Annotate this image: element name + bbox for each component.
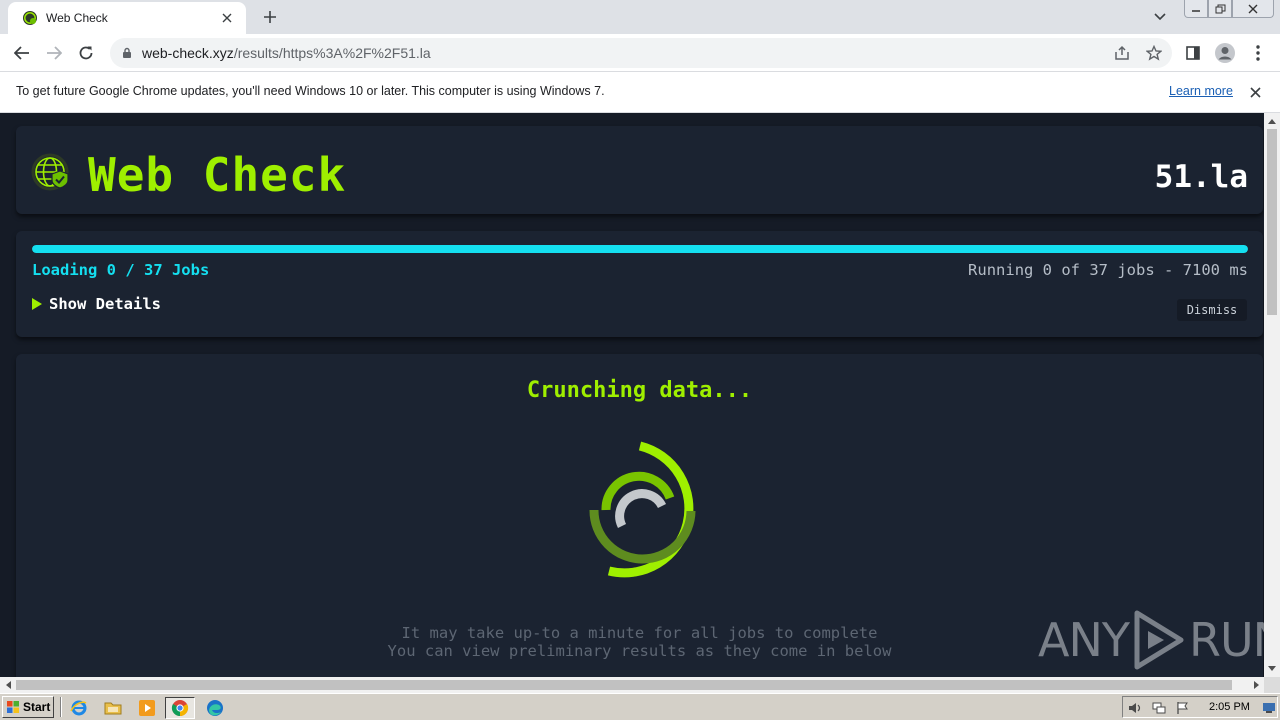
- scrollbar-corner: [1264, 677, 1280, 693]
- tab-title: Web Check: [46, 11, 108, 25]
- play-triangle-icon: [1134, 610, 1184, 670]
- bookmark-star-icon[interactable]: [1144, 43, 1164, 63]
- reload-icon[interactable]: [74, 41, 98, 65]
- vertical-scrollbar[interactable]: [1264, 113, 1280, 677]
- volume-icon[interactable]: [1127, 700, 1143, 716]
- dismiss-button[interactable]: Dismiss: [1177, 299, 1247, 321]
- horizontal-scrollbar[interactable]: [0, 677, 1264, 693]
- crunching-title: Crunching data...: [526, 378, 753, 403]
- taskbar-clock: 2:05 PM: [1209, 701, 1250, 713]
- web-check-favicon-icon: [23, 11, 37, 25]
- learn-more-link[interactable]: Learn more: [1169, 84, 1233, 98]
- loading-rings-icon: [589, 441, 696, 578]
- windows-taskbar: Start 2:05 PM: [0, 693, 1280, 720]
- share-icon[interactable]: [1112, 43, 1132, 63]
- side-panel-icon[interactable]: [1181, 41, 1205, 65]
- taskbar-separator: [60, 697, 62, 717]
- lock-icon[interactable]: [120, 46, 134, 60]
- header-card: Web Check 51.la: [16, 126, 1263, 214]
- media-player-icon[interactable]: [136, 697, 158, 719]
- loading-status: Loading 0 / 37 Jobs: [32, 261, 210, 279]
- brand-title: Web Check: [88, 148, 347, 202]
- browser-tab-web-check[interactable]: Web Check: [8, 2, 246, 34]
- job-progress-fill: [32, 245, 1248, 253]
- close-infobar-icon[interactable]: [1246, 83, 1264, 101]
- url-text: web-check.xyz/results/https%3A%2F%2F51.l…: [142, 45, 431, 61]
- show-details-label: Show Details: [49, 295, 161, 313]
- infobar-message: To get future Google Chrome updates, you…: [16, 84, 605, 98]
- vertical-scroll-thumb[interactable]: [1267, 129, 1277, 315]
- anyrun-watermark: ANY RUN: [1038, 609, 1264, 671]
- forward-arrow-icon[interactable]: [42, 41, 66, 65]
- horizontal-scroll-thumb[interactable]: [16, 680, 1232, 690]
- minimize-window-icon[interactable]: [1184, 0, 1208, 18]
- start-button[interactable]: Start: [2, 696, 54, 718]
- tab-close-icon[interactable]: [218, 9, 236, 27]
- scroll-down-icon[interactable]: [1264, 661, 1280, 675]
- running-status: Running 0 of 37 jobs - 7100 ms: [968, 261, 1248, 279]
- watermark-left: ANY: [1038, 613, 1130, 667]
- internet-explorer-icon[interactable]: [68, 697, 90, 719]
- edge-browser-icon[interactable]: [204, 697, 226, 719]
- browser-toolbar: web-check.xyz/results/https%3A%2F%2F51.l…: [0, 34, 1280, 72]
- kebab-menu-icon[interactable]: [1246, 41, 1270, 65]
- restore-window-icon[interactable]: [1208, 0, 1232, 18]
- target-site-name: 51.la: [1154, 159, 1248, 195]
- chevron-down-icon[interactable]: [1150, 8, 1170, 26]
- close-window-icon[interactable]: [1232, 0, 1274, 18]
- profile-avatar-icon[interactable]: [1213, 41, 1237, 65]
- scroll-up-icon[interactable]: [1264, 114, 1280, 128]
- show-details-toggle[interactable]: Show Details: [32, 295, 161, 313]
- back-arrow-icon[interactable]: [10, 41, 34, 65]
- chrome-taskbar-icon[interactable]: [165, 697, 195, 719]
- windows-logo-icon: [7, 701, 19, 713]
- tab-strip: Web Check: [0, 0, 1280, 34]
- scroll-left-icon[interactable]: [0, 677, 16, 693]
- update-infobar: To get future Google Chrome updates, you…: [0, 72, 1280, 113]
- url-path: /results/https%3A%2F%2F51.la: [233, 45, 431, 61]
- watermark-right: RUN: [1188, 613, 1264, 667]
- file-explorer-icon[interactable]: [102, 697, 124, 719]
- action-center-flag-icon[interactable]: [1175, 700, 1191, 716]
- system-tray: 2:05 PM: [1122, 696, 1278, 718]
- address-bar[interactable]: web-check.xyz/results/https%3A%2F%2F51.l…: [110, 38, 1172, 68]
- url-host: web-check.xyz: [142, 45, 234, 61]
- progress-card: Loading 0 / 37 Jobs Running 0 of 37 jobs…: [16, 231, 1263, 337]
- network-icon[interactable]: [1151, 700, 1167, 716]
- show-desktop-icon[interactable]: [1261, 700, 1277, 716]
- scroll-right-icon[interactable]: [1248, 677, 1264, 693]
- start-label: Start: [23, 700, 51, 714]
- page-viewport: Web Check 51.la Loading 0 / 37 Jobs Runn…: [0, 113, 1264, 677]
- new-tab-icon[interactable]: [258, 6, 282, 28]
- triangle-right-icon: [32, 298, 42, 310]
- globe-shield-icon: [31, 153, 69, 191]
- job-progress-bar: [32, 245, 1248, 253]
